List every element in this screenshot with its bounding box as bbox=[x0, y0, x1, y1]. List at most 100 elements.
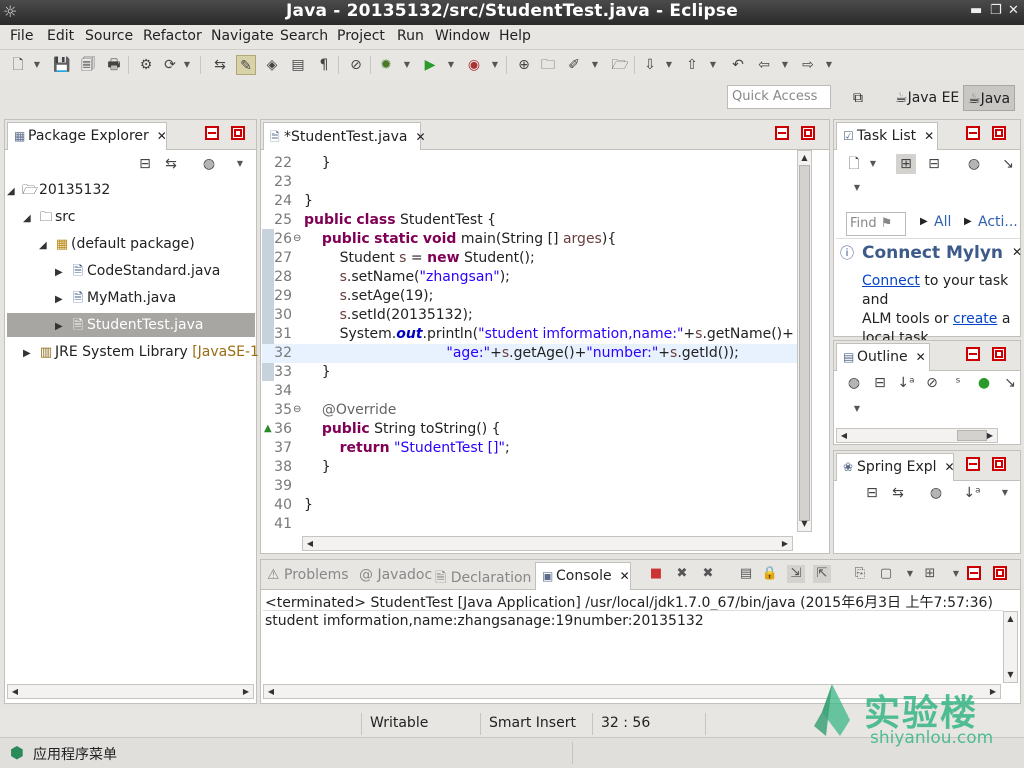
activate-link[interactable]: Acti... bbox=[978, 214, 1018, 230]
scroll-left-icon[interactable]: ◀ bbox=[303, 537, 317, 550]
tab-task-list[interactable]: ☑ Task List ✕ bbox=[836, 122, 938, 150]
save-icon[interactable]: 💾 bbox=[52, 55, 72, 75]
scroll-up-icon[interactable]: ▲ bbox=[1004, 612, 1017, 626]
focus-active-task-icon[interactable]: ◍ bbox=[844, 373, 864, 393]
code-text[interactable]: public static void main(String [] arges)… bbox=[304, 230, 616, 249]
package-explorer-hscrollbar[interactable]: ◀ ▶ bbox=[7, 684, 254, 699]
back-icon[interactable]: ⇦ bbox=[754, 55, 774, 75]
outline-hscrollbar[interactable]: ◀ ▶ bbox=[836, 428, 998, 443]
new-icon[interactable]: 🗋 bbox=[8, 55, 28, 75]
next-annotation-dropdown-icon[interactable]: ▼ bbox=[664, 55, 674, 75]
maximize-view-icon[interactable] bbox=[993, 566, 1007, 580]
code-line[interactable]: 27 Student s = new Student(); bbox=[262, 249, 797, 268]
code-text[interactable]: } bbox=[304, 363, 331, 382]
code-line[interactable]: 32 "age:"+s.getAge()+"number:"+s.getId()… bbox=[262, 344, 797, 363]
hide-local-types-icon[interactable]: ↘ bbox=[1000, 373, 1020, 393]
tab-javadoc[interactable]: @ Javadoc bbox=[359, 567, 432, 583]
menu-search[interactable]: Search bbox=[280, 28, 328, 44]
code-text[interactable]: s.setId(20135132); bbox=[304, 306, 473, 325]
hide-static-icon[interactable]: ˢ bbox=[948, 373, 968, 393]
search-tool-icon[interactable]: ✐ bbox=[564, 55, 584, 75]
code-line[interactable]: 40} bbox=[262, 496, 797, 515]
code-text[interactable]: } bbox=[304, 154, 331, 173]
tab-studenttest-java[interactable]: 🗎 *StudentTest.java ✕ bbox=[263, 122, 426, 150]
menu-source[interactable]: Source bbox=[85, 28, 133, 44]
forward-icon[interactable]: ⇨ bbox=[798, 55, 818, 75]
run-dropdown-icon[interactable]: ▼ bbox=[446, 55, 456, 75]
scheduled-icon[interactable]: ⊟ bbox=[924, 154, 944, 174]
expanded-arrow-icon[interactable]: ◢ bbox=[23, 207, 37, 231]
console-vscrollbar[interactable]: ▲ ▼ bbox=[1003, 611, 1018, 683]
minimize-view-icon[interactable] bbox=[966, 457, 980, 471]
tree-project[interactable]: ◢ 🗁20135132 bbox=[7, 178, 255, 202]
menu-refactor[interactable]: Refactor bbox=[143, 28, 202, 44]
sort-icon[interactable]: ↓ᵃ bbox=[896, 373, 916, 393]
code-line[interactable]: 37 return "StudentTest []"; bbox=[262, 439, 797, 458]
maximize-view-icon[interactable] bbox=[992, 457, 1006, 471]
code-text[interactable]: Student s = new Student(); bbox=[304, 249, 535, 268]
restore-window-icon[interactable]: ❐ bbox=[990, 3, 1002, 18]
editor-vscrollbar[interactable]: ▲ ▼ bbox=[797, 150, 812, 532]
view-menu-icon[interactable]: ▼ bbox=[852, 178, 862, 198]
last-edit-icon[interactable]: ↶ bbox=[728, 55, 748, 75]
code-text[interactable]: @Override bbox=[304, 401, 397, 420]
app-menu-icon[interactable]: ⬢ bbox=[10, 743, 24, 762]
quick-access-input[interactable]: Quick Access bbox=[727, 85, 831, 109]
code-line[interactable]: 25 public class StudentTest { bbox=[262, 211, 797, 230]
pin-console-icon[interactable]: ⎘ bbox=[851, 565, 869, 583]
view-menu-options-icon[interactable]: ◍ bbox=[199, 154, 219, 174]
sort-icon[interactable]: ↓ᵃ bbox=[962, 483, 982, 503]
open-console-dropdown-icon[interactable]: ▼ bbox=[947, 565, 965, 583]
code-line[interactable]: 23 bbox=[262, 173, 797, 192]
show-on-output-icon[interactable]: ⇱ bbox=[813, 565, 831, 583]
maximize-editor-icon[interactable] bbox=[801, 126, 815, 140]
scroll-right-icon[interactable]: ▶ bbox=[778, 537, 792, 550]
open-folder-icon[interactable]: 🗀 bbox=[538, 55, 558, 75]
create-link[interactable]: create bbox=[953, 311, 997, 327]
close-tab-icon[interactable]: ✕ bbox=[620, 569, 630, 583]
minimize-view-icon[interactable] bbox=[205, 126, 219, 140]
remove-all-icon[interactable]: ✖ bbox=[699, 565, 717, 583]
close-tab-icon[interactable]: ✕ bbox=[415, 130, 425, 144]
link-editor-icon[interactable]: ⇆ bbox=[161, 154, 181, 174]
scroll-left-icon[interactable]: ◀ bbox=[837, 429, 851, 442]
open-type-icon[interactable]: ⇆ bbox=[210, 55, 230, 75]
all-link[interactable]: All bbox=[934, 214, 951, 230]
tab-declaration[interactable]: 🗎 Declaration bbox=[435, 567, 531, 591]
prev-annotation-dropdown-icon[interactable]: ▼ bbox=[708, 55, 718, 75]
close-tab-icon[interactable]: ✕ bbox=[945, 460, 955, 474]
focus-icon[interactable]: ◍ bbox=[964, 154, 984, 174]
scroll-down-icon[interactable]: ▼ bbox=[1004, 668, 1017, 682]
scroll-right-icon[interactable]: ▶ bbox=[983, 429, 997, 442]
minimize-view-icon[interactable] bbox=[967, 566, 981, 580]
prev-annotation-icon[interactable]: ⇧ bbox=[682, 55, 702, 75]
code-text[interactable]: } bbox=[304, 496, 313, 515]
menu-edit[interactable]: Edit bbox=[47, 28, 74, 44]
collapsed-arrow-icon[interactable]: ▶ bbox=[55, 261, 69, 285]
collapse-all-icon[interactable]: ⊟ bbox=[870, 373, 890, 393]
hide-fields-icon[interactable]: ⊘ bbox=[922, 373, 942, 393]
debug-dropdown-icon[interactable]: ▼ bbox=[402, 55, 412, 75]
perspective-java[interactable]: ☕Java bbox=[963, 85, 1016, 111]
next-annotation-icon[interactable]: ⇩ bbox=[640, 55, 660, 75]
scroll-lock-icon[interactable]: 🔒 bbox=[761, 565, 779, 583]
search-dropdown-icon[interactable]: ▼ bbox=[590, 55, 600, 75]
close-mylyn-icon[interactable]: ✕ bbox=[1012, 245, 1022, 259]
tree-file-studenttest[interactable]: ▶ 🗎 StudentTest.java bbox=[7, 313, 255, 337]
open-console-icon[interactable]: ⊞ bbox=[921, 565, 939, 583]
scroll-down-icon[interactable]: ▼ bbox=[798, 517, 811, 531]
close-tab-icon[interactable]: ✕ bbox=[157, 129, 167, 143]
filters-icon[interactable]: ◍ bbox=[926, 483, 946, 503]
minimize-view-icon[interactable] bbox=[966, 347, 980, 361]
tab-package-explorer[interactable]: ▦ Package Explorer ✕ bbox=[7, 122, 167, 150]
breakpoint-icon[interactable]: ⊘ bbox=[346, 55, 366, 75]
display-console-dropdown-icon[interactable]: ▼ bbox=[901, 565, 919, 583]
show-whitespace-icon[interactable]: ¶ bbox=[314, 55, 334, 75]
code-line[interactable]: 26 public static void main(String [] arg… bbox=[262, 230, 797, 249]
link-editor-icon[interactable]: ⇆ bbox=[888, 483, 908, 503]
app-menu-label[interactable]: 应用程序菜单 bbox=[33, 744, 117, 764]
print-icon[interactable]: 🖶 bbox=[104, 55, 124, 75]
code-line[interactable]: 39 bbox=[262, 477, 797, 496]
refresh-icon[interactable]: ⟳ bbox=[160, 55, 180, 75]
collapsed-arrow-icon[interactable]: ▶ bbox=[23, 342, 37, 366]
